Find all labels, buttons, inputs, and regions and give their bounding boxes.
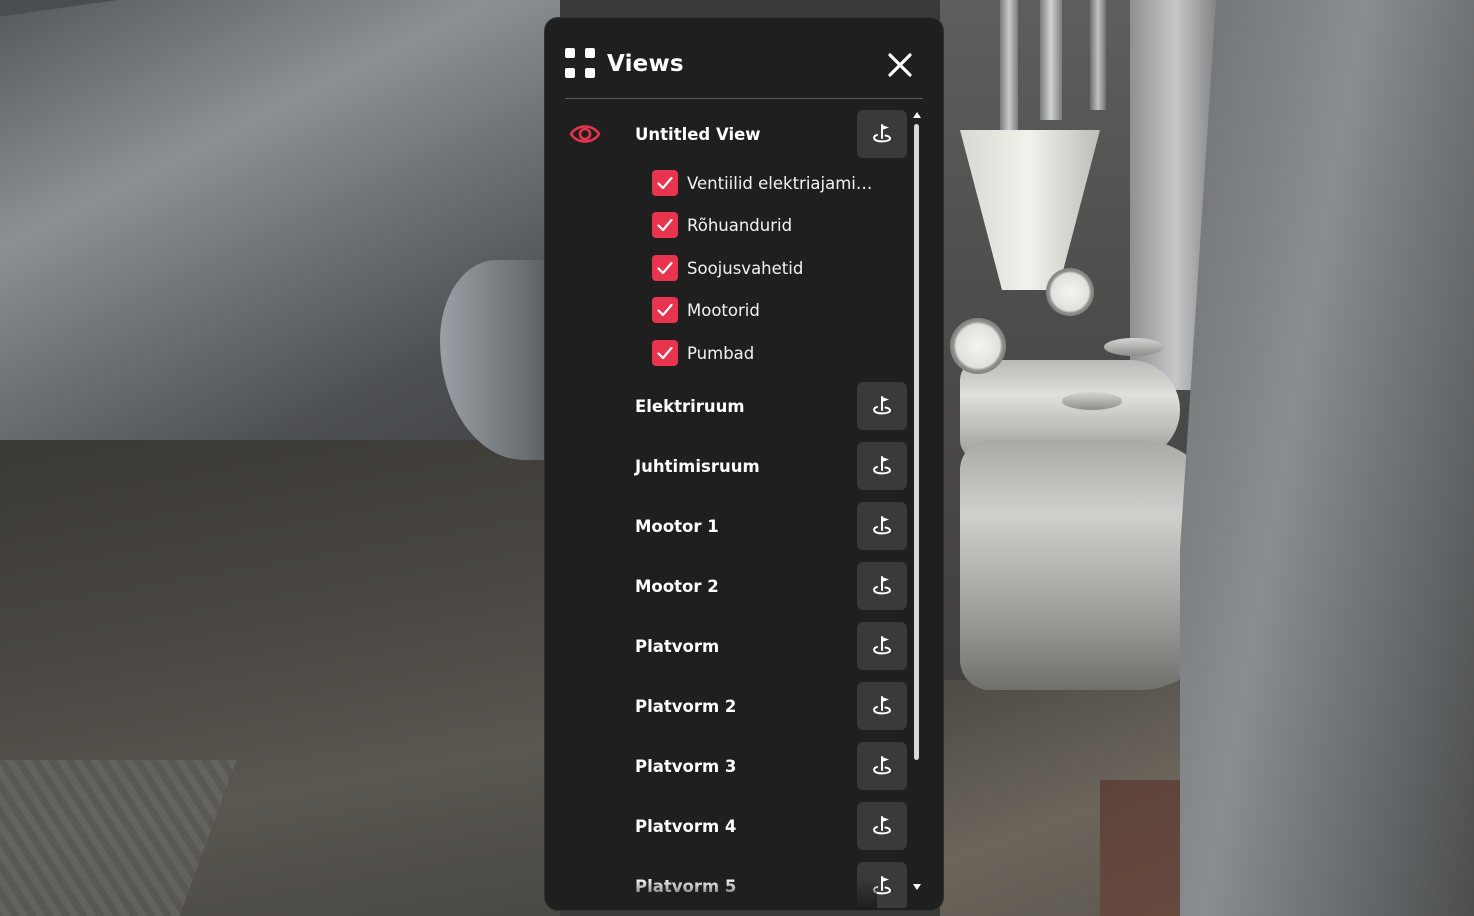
scroll-down-arrow-icon[interactable]	[913, 884, 921, 890]
view-label: Untitled View	[635, 125, 761, 144]
views-panel: Views Untitled View Ventiilid elektriaja…	[544, 17, 944, 911]
view-label: Mootor 2	[635, 577, 719, 596]
goto-view-icon	[873, 756, 892, 775]
layer-checkbox[interactable]	[652, 212, 678, 238]
goto-view-icon	[873, 816, 892, 835]
background-disc	[1062, 392, 1122, 410]
goto-view-button[interactable]	[857, 382, 907, 430]
goto-view-button[interactable]	[857, 742, 907, 790]
layer-item[interactable]: Mootorid	[652, 296, 892, 324]
layer-item[interactable]: Pumbad	[652, 339, 892, 367]
view-label: Mootor 1	[635, 517, 719, 536]
view-row[interactable]: Elektriruum	[545, 382, 907, 432]
check-icon	[657, 346, 673, 360]
goto-view-button[interactable]	[857, 682, 907, 730]
layer-label: Soojusvahetid	[687, 258, 804, 278]
layer-label: Pumbad	[687, 343, 755, 363]
views-list[interactable]: Untitled View Ventiilid elektriajami… Rõ…	[545, 108, 907, 908]
goto-view-icon	[873, 696, 892, 715]
scroll-thumb[interactable]	[914, 124, 919, 760]
viewer-scene[interactable]: Views Untitled View Ventiilid elektriaja…	[0, 0, 1474, 916]
background-gauge	[1046, 268, 1094, 316]
goto-view-icon	[873, 576, 892, 595]
goto-view-icon	[873, 516, 892, 535]
layer-checkbox[interactable]	[652, 297, 678, 323]
check-icon	[657, 218, 673, 232]
layer-checkbox[interactable]	[652, 255, 678, 281]
goto-view-icon	[873, 124, 892, 143]
goto-view-icon	[873, 396, 892, 415]
goto-view-button[interactable]	[857, 110, 907, 158]
layer-item[interactable]: Rõhuandurid	[652, 211, 892, 239]
view-row[interactable]: Mootor 1	[545, 502, 907, 552]
view-row[interactable]: Platvorm 2	[545, 682, 907, 732]
view-row[interactable]: Mootor 2	[545, 562, 907, 612]
goto-view-button[interactable]	[857, 442, 907, 490]
background-wall	[1180, 0, 1474, 916]
goto-view-icon	[873, 456, 892, 475]
background-gauge	[950, 318, 1006, 374]
layer-checkbox[interactable]	[652, 170, 678, 196]
scrollbar[interactable]	[912, 110, 924, 892]
view-label: Platvorm 4	[635, 817, 737, 836]
background-pipe-vertical	[1090, 0, 1106, 110]
view-label: Platvorm	[635, 637, 720, 656]
layer-item[interactable]: Ventiilid elektriajami…	[652, 169, 892, 197]
view-label: Platvorm 2	[635, 697, 737, 716]
panel-title: Views	[607, 51, 684, 77]
view-label: Juhtimisruum	[635, 457, 760, 476]
close-button[interactable]	[885, 50, 915, 80]
eye-icon[interactable]	[569, 121, 601, 147]
layer-item[interactable]: Soojusvahetid	[652, 254, 892, 282]
view-row[interactable]: Platvorm	[545, 622, 907, 672]
view-row[interactable]: Platvorm 5	[545, 862, 907, 908]
goto-view-button[interactable]	[857, 622, 907, 670]
grid-icon	[565, 48, 597, 80]
layer-label: Ventiilid elektriajami…	[687, 173, 873, 193]
goto-view-button[interactable]	[857, 862, 907, 908]
goto-view-button[interactable]	[857, 802, 907, 850]
goto-view-button[interactable]	[857, 562, 907, 610]
view-label: Elektriruum	[635, 397, 745, 416]
goto-view-button[interactable]	[857, 502, 907, 550]
check-icon	[657, 303, 673, 317]
layer-label: Rõhuandurid	[687, 215, 793, 235]
view-label: Platvorm 3	[635, 757, 737, 776]
view-row-untitled[interactable]: Untitled View	[545, 110, 907, 160]
goto-view-icon	[873, 636, 892, 655]
view-row[interactable]: Platvorm 3	[545, 742, 907, 792]
goto-view-icon	[873, 876, 892, 895]
background-pipe-vertical	[1000, 0, 1018, 140]
check-icon	[657, 261, 673, 275]
check-icon	[657, 176, 673, 190]
header-divider	[565, 98, 923, 99]
view-label: Platvorm 5	[635, 877, 737, 896]
close-icon	[888, 53, 912, 77]
view-row[interactable]: Juhtimisruum	[545, 442, 907, 492]
layer-label: Mootorid	[687, 300, 760, 320]
background-disc	[1104, 338, 1164, 356]
background-pipe-vertical	[1040, 0, 1062, 120]
view-row[interactable]: Platvorm 4	[545, 802, 907, 852]
layer-checkbox[interactable]	[652, 340, 678, 366]
scroll-up-arrow-icon[interactable]	[913, 112, 921, 118]
panel-header: Views	[565, 42, 923, 86]
